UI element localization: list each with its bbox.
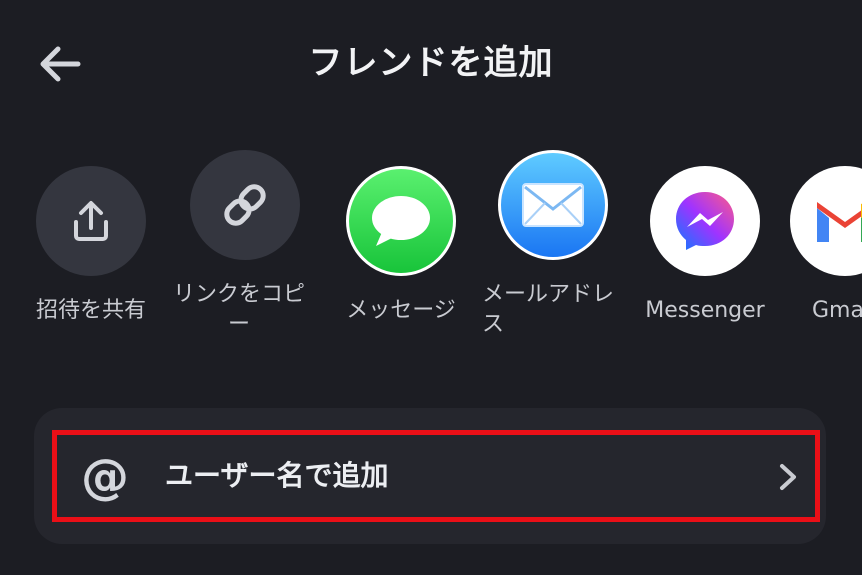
messages-label: メッセージ <box>346 298 456 323</box>
messenger-circle <box>650 166 760 276</box>
messages-icon <box>372 196 430 246</box>
share-invite-circle <box>36 166 146 276</box>
at-sign-icon: @ <box>81 449 129 505</box>
mail-label: メールアドレス <box>482 282 615 337</box>
messages-circle <box>346 166 456 276</box>
copy-link-circle <box>190 150 300 260</box>
share-invite-label: 招待を共有 <box>35 298 146 323</box>
header: フレンドを追加 <box>0 0 862 125</box>
gmail-label: Gmail <box>812 298 862 323</box>
chevron-right-icon <box>780 464 796 490</box>
add-by-username-button[interactable]: @ ユーザー名で追加 <box>52 430 820 522</box>
messenger-icon <box>676 192 734 250</box>
gmail-icon <box>817 202 862 242</box>
copy-link-label: リンクをコピー <box>172 282 305 337</box>
messenger-label: Messenger <box>645 298 765 323</box>
page-title: フレンドを追加 <box>308 43 554 83</box>
mail-icon <box>522 183 584 227</box>
share-upload-icon <box>74 201 108 241</box>
add-by-username-label: ユーザー名で追加 <box>165 459 389 492</box>
gmail-circle <box>790 166 862 276</box>
share-options-row: 招待を共有 リンクをコピー メッセージ メールアドレス Messenger Gm… <box>0 150 862 350</box>
link-icon <box>224 184 266 226</box>
mail-circle <box>498 150 608 260</box>
